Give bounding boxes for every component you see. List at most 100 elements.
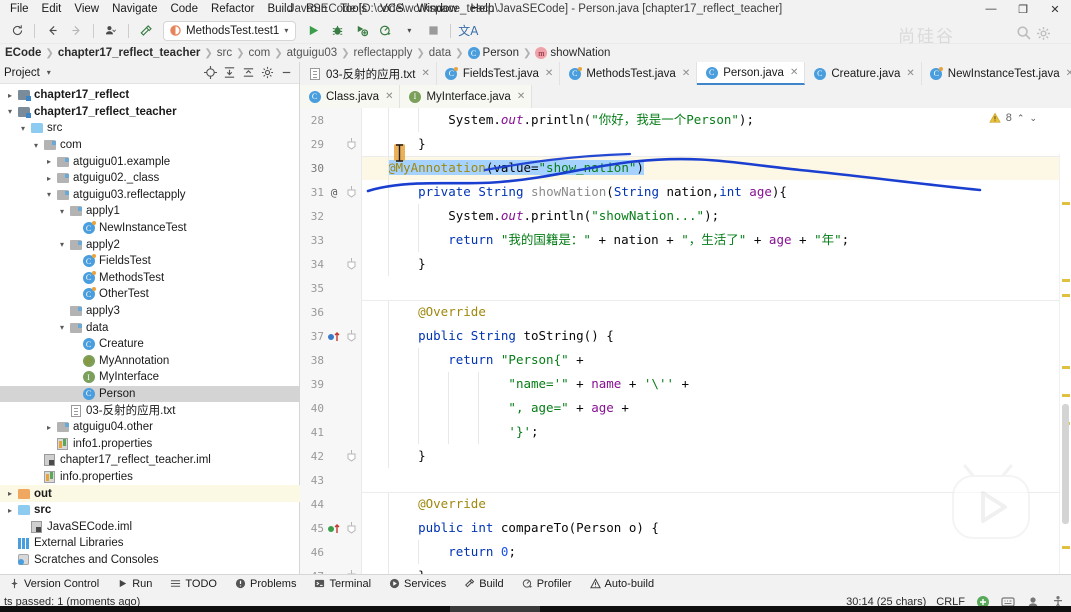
chevron-right-icon[interactable]: ▸ [43, 423, 55, 432]
tool-window-problems[interactable]: Problems [226, 575, 305, 593]
tree-node[interactable]: C FieldsTest [0, 253, 300, 270]
code-fold-icon[interactable] [342, 137, 360, 151]
editor-tab[interactable]: 03-反射的应用.txt ✕ [300, 62, 437, 85]
tool-window-auto-build[interactable]: Auto-build [581, 575, 664, 593]
warning-marker[interactable] [1062, 394, 1070, 397]
close-tab-icon[interactable]: ✕ [545, 68, 553, 79]
code-fold-icon[interactable] [342, 329, 360, 343]
debug-button[interactable] [326, 21, 348, 41]
run-with-coverage-button[interactable] [350, 21, 372, 41]
close-tab-icon[interactable]: ✕ [385, 91, 393, 102]
code-line[interactable]: @Override [362, 492, 1071, 516]
inspection-widget[interactable]: 8 ⌃ ⌄ [989, 112, 1037, 124]
tree-node[interactable]: ▸ atguigu01.example [0, 153, 300, 170]
tree-node[interactable]: ▸ atguigu02._class [0, 170, 300, 187]
menu-vcs[interactable]: VCS [374, 1, 410, 17]
tree-node[interactable]: ▸ out [0, 485, 300, 502]
menu-help[interactable]: Help [465, 1, 501, 17]
code-fold-icon[interactable] [342, 185, 360, 199]
code-content[interactable]: System.out.println("你好，我是一个Person"); } @M… [362, 108, 1071, 574]
tool-window-terminal[interactable]: Terminal [305, 575, 380, 593]
tree-node[interactable]: ▾ com [0, 137, 300, 154]
project-tree[interactable]: ▸ chapter17_reflect ▾ chapter17_reflect_tea… [0, 84, 300, 574]
code-line[interactable] [362, 468, 1071, 492]
warning-marker[interactable] [1062, 294, 1070, 297]
breadcrumb-item-1[interactable]: chapter17_reflect_teacher [55, 47, 204, 59]
close-tab-icon[interactable]: ✕ [1066, 68, 1071, 79]
tree-node[interactable]: info1.properties [0, 435, 300, 452]
chevron-right-icon[interactable]: ▸ [43, 174, 55, 183]
navigate-back-icon[interactable] [41, 21, 63, 41]
tree-node[interactable]: ▾ apply2 [0, 236, 300, 253]
navigate-forward-icon[interactable] [65, 21, 87, 41]
breadcrumb-item-6[interactable]: data [426, 47, 454, 59]
minimize-button[interactable]: — [975, 0, 1007, 18]
tree-node[interactable]: ▾ atguigu03.reflectapply [0, 187, 300, 204]
menu-refactor[interactable]: Refactor [205, 1, 260, 17]
run-configuration-selector[interactable]: MethodsTest.test1 ▾ [163, 20, 297, 41]
code-line[interactable] [362, 276, 1071, 300]
build-hammer-icon[interactable] [135, 21, 157, 41]
implement-gutter-icon[interactable] [326, 522, 342, 535]
code-line[interactable]: return 0; [362, 540, 1071, 564]
tree-node[interactable]: C Creature [0, 336, 300, 353]
code-line[interactable]: @MyAnnotation(value="show_nation") [362, 156, 1071, 180]
hide-panel-icon[interactable] [277, 64, 295, 82]
tree-node[interactable]: ▾ apply1 [0, 203, 300, 220]
chevron-down-icon[interactable]: ▾ [43, 190, 55, 199]
user-profile-icon[interactable] [100, 21, 122, 41]
maximize-button[interactable]: ❐ [1007, 0, 1039, 18]
tree-node[interactable]: info.properties [0, 469, 300, 486]
menu-navigate[interactable]: Navigate [106, 1, 163, 17]
annotation-gutter-icon[interactable]: @ [326, 186, 342, 199]
chevron-down-icon[interactable]: ▾ [56, 323, 68, 332]
close-tab-icon[interactable]: ✕ [421, 68, 429, 79]
editor-tab[interactable]: I MyInterface.java ✕ [400, 85, 533, 108]
tree-node[interactable]: apply3 [0, 303, 300, 320]
code-fold-icon[interactable] [342, 449, 360, 463]
menu-run[interactable]: Run [300, 1, 333, 17]
profile-dropdown-icon[interactable]: ▾ [398, 21, 420, 41]
breadcrumb-item-8[interactable]: m showNation [532, 47, 613, 59]
chevron-down-icon[interactable]: ⌄ [1029, 113, 1037, 124]
breadcrumb-item-2[interactable]: src [214, 47, 235, 59]
menu-edit[interactable]: Edit [36, 1, 68, 17]
menu-code[interactable]: Code [164, 1, 204, 17]
close-tab-icon[interactable]: ✕ [906, 68, 914, 79]
tree-node[interactable]: ▾ data [0, 319, 300, 336]
tree-node[interactable]: ▸ atguigu04.other [0, 419, 300, 436]
editor-tab[interactable]: C Creature.java ✕ [805, 62, 922, 85]
chevron-right-icon[interactable]: ▸ [4, 91, 16, 100]
editor-tab[interactable]: C Class.java ✕ [300, 85, 401, 108]
code-line[interactable]: public int compareTo(Person o) { [362, 516, 1071, 540]
code-line[interactable]: private String showNation(String nation,… [362, 180, 1071, 204]
tree-node[interactable]: External Libraries [0, 535, 300, 552]
code-line[interactable]: "name='" + name + '\'' + [362, 372, 1071, 396]
expand-all-icon[interactable] [220, 64, 238, 82]
breadcrumb-item-5[interactable]: reflectapply [351, 47, 416, 59]
code-editor[interactable]: 28293031@3233343536373839404142434445464… [300, 108, 1071, 574]
editor-tab[interactable]: C MethodsTest.java ✕ [560, 62, 698, 85]
menu-tools[interactable]: Tools [334, 1, 373, 17]
chevron-right-icon[interactable]: ▸ [4, 489, 16, 498]
chevron-down-icon[interactable]: ▾ [47, 68, 51, 77]
warning-marker[interactable] [1062, 202, 1070, 205]
tree-node[interactable]: @ MyAnnotation [0, 353, 300, 370]
tree-node[interactable]: ▾ chapter17_reflect_teacher [0, 104, 300, 121]
code-line[interactable]: return "Person{" + [362, 348, 1071, 372]
warning-marker[interactable] [1062, 366, 1070, 369]
menu-file[interactable]: File [4, 1, 35, 17]
stop-button[interactable] [422, 21, 444, 41]
chevron-down-icon[interactable]: ▾ [56, 207, 68, 216]
chevron-down-icon[interactable]: ▾ [4, 107, 16, 116]
code-line[interactable]: } [362, 444, 1071, 468]
code-line[interactable]: } [362, 564, 1071, 574]
breadcrumb-item-7[interactable]: C Person [465, 47, 522, 59]
tool-window-services[interactable]: Services [380, 575, 455, 593]
code-fold-icon[interactable] [342, 521, 360, 535]
code-line[interactable]: } [362, 252, 1071, 276]
close-tab-icon[interactable]: ✕ [790, 67, 798, 78]
close-tab-icon[interactable]: ✕ [517, 91, 525, 102]
tree-node[interactable]: chapter17_reflect_teacher.iml [0, 452, 300, 469]
tool-window-todo[interactable]: TODO [161, 575, 226, 593]
